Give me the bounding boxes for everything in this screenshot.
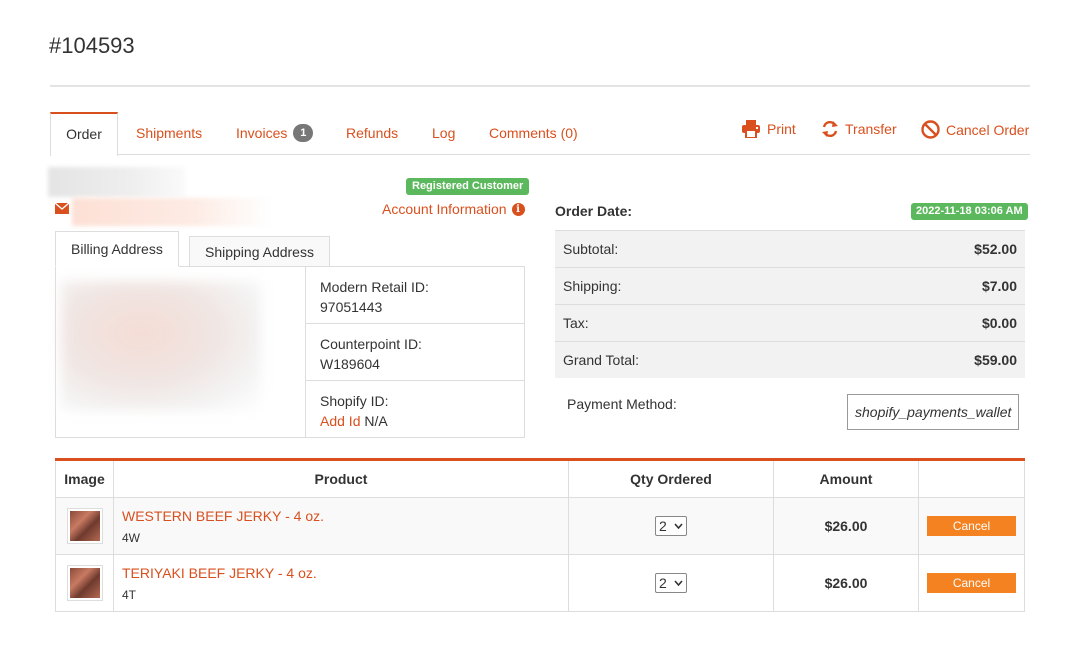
tab-order[interactable]: Order xyxy=(50,112,118,156)
account-information-link[interactable]: Account Information i xyxy=(382,201,525,217)
qty-value: 2 xyxy=(659,518,667,534)
tab-comments[interactable]: Comments (0) xyxy=(489,112,578,155)
cancel-item-button[interactable]: Cancel xyxy=(927,516,1016,536)
action-cell: Cancel xyxy=(918,497,1025,555)
counterpoint-id-value: W189604 xyxy=(320,356,380,372)
ban-icon xyxy=(921,120,940,139)
order-date-badge: 2022-11-18 03:06 AM xyxy=(911,203,1028,220)
grand-total-value: $59.00 xyxy=(974,352,1017,368)
page-title: #104593 xyxy=(49,33,135,58)
tab-log[interactable]: Log xyxy=(432,112,455,155)
subtotal-row: Subtotal: $52.00 xyxy=(555,230,1025,267)
order-date-label: Order Date: xyxy=(555,203,633,219)
order-totals: Subtotal: $52.00 Shipping: $7.00 Tax: $0… xyxy=(555,230,1025,378)
tab-invoices[interactable]: Invoices 1 xyxy=(236,112,314,155)
col-amount: Amount xyxy=(773,459,919,498)
product-cell: WESTERN BEEF JERKY - 4 oz. 4W xyxy=(113,497,569,555)
table-header-row: Image Product Qty Ordered Amount xyxy=(55,459,1025,498)
invoices-count-badge: 1 xyxy=(293,124,314,143)
product-sku: 4W xyxy=(122,530,140,545)
customer-ids: Modern Retail ID: 97051443 Counterpoint … xyxy=(305,267,525,437)
product-name-link[interactable]: TERIYAKI BEEF JERKY - 4 oz. xyxy=(122,565,568,581)
col-action xyxy=(918,459,1025,498)
shipping-row: Shipping: $7.00 xyxy=(555,267,1025,304)
subtotal-value: $52.00 xyxy=(974,241,1017,257)
counterpoint-id: Counterpoint ID: W189604 xyxy=(306,324,525,381)
modern-retail-id: Modern Retail ID: 97051443 xyxy=(306,267,525,324)
payment-method-label: Payment Method: xyxy=(567,396,677,412)
cancel-item-button[interactable]: Cancel xyxy=(927,573,1016,593)
divider xyxy=(50,85,1030,87)
address-redacted xyxy=(61,281,261,411)
chevron-down-icon xyxy=(674,523,683,529)
qty-cell: 2 xyxy=(568,497,774,555)
amount-cell: $26.00 xyxy=(773,554,919,612)
modern-retail-id-value: 97051443 xyxy=(320,299,383,315)
product-name-link[interactable]: WESTERN BEEF JERKY - 4 oz. xyxy=(122,508,568,524)
registered-customer-badge: Registered Customer xyxy=(406,178,530,195)
subtotal-label: Subtotal: xyxy=(563,241,619,257)
action-cell: Cancel xyxy=(918,554,1025,612)
qty-cell: 2 xyxy=(568,554,774,612)
grand-total-row: Grand Total: $59.00 xyxy=(555,341,1025,378)
cancel-order-label: Cancel Order xyxy=(946,121,1030,138)
product-thumbnail[interactable] xyxy=(66,508,103,544)
chevron-down-icon xyxy=(674,580,683,586)
tab-refunds[interactable]: Refunds xyxy=(346,112,398,155)
tab-invoices-label: Invoices xyxy=(236,125,288,141)
qty-value: 2 xyxy=(659,575,667,591)
refresh-icon xyxy=(822,120,838,138)
tax-row: Tax: $0.00 xyxy=(555,304,1025,341)
customer-email-redacted xyxy=(72,198,272,226)
transfer-button[interactable]: Transfer xyxy=(821,120,897,138)
qty-select[interactable]: 2 xyxy=(655,516,687,536)
payment-method-field[interactable]: shopify_payments_wallet xyxy=(847,394,1019,430)
shopify-id-value: N/A xyxy=(364,413,388,429)
product-thumbnail[interactable] xyxy=(66,565,103,601)
info-icon: i xyxy=(511,202,525,216)
col-image: Image xyxy=(55,459,114,498)
address-panel: Modern Retail ID: 97051443 Counterpoint … xyxy=(55,266,525,438)
tax-label: Tax: xyxy=(563,315,589,331)
tab-shipping-address[interactable]: Shipping Address xyxy=(189,236,330,267)
shopify-id-label: Shopify ID: xyxy=(320,393,389,409)
add-id-link[interactable]: Add Id xyxy=(320,413,360,429)
qty-select[interactable]: 2 xyxy=(655,573,687,593)
products-table: Image Product Qty Ordered Amount WESTERN… xyxy=(55,458,1025,612)
product-image-cell xyxy=(55,497,114,555)
account-information-label: Account Information xyxy=(382,201,507,217)
counterpoint-id-label: Counterpoint ID: xyxy=(320,336,422,352)
amount-cell: $26.00 xyxy=(773,497,919,555)
shopify-id: Shopify ID: Add Id N/A xyxy=(306,381,525,438)
cancel-order-button[interactable]: Cancel Order xyxy=(921,120,1029,139)
modern-retail-id-label: Modern Retail ID: xyxy=(320,279,429,295)
tab-shipments[interactable]: Shipments xyxy=(136,112,202,155)
col-product: Product xyxy=(113,459,569,498)
print-button[interactable]: Print xyxy=(741,120,796,138)
tax-value: $0.00 xyxy=(981,315,1017,331)
table-row: TERIYAKI BEEF JERKY - 4 oz. 4T 2 $26.00 … xyxy=(55,554,1025,612)
product-sku: 4T xyxy=(122,587,137,602)
tab-billing-address[interactable]: Billing Address xyxy=(55,231,179,267)
print-label: Print xyxy=(767,121,796,137)
product-image-cell xyxy=(55,554,114,612)
shipping-value: $7.00 xyxy=(981,278,1017,294)
col-qty: Qty Ordered xyxy=(568,459,774,498)
grand-total-label: Grand Total: xyxy=(563,352,640,368)
product-cell: TERIYAKI BEEF JERKY - 4 oz. 4T xyxy=(113,554,569,612)
table-row: WESTERN BEEF JERKY - 4 oz. 4W 2 $26.00 C… xyxy=(55,497,1025,555)
envelope-icon xyxy=(55,203,69,214)
order-tabs: Order Shipments Invoices 1 Refunds Log C… xyxy=(50,112,1030,156)
printer-icon xyxy=(742,120,760,138)
customer-name-redacted xyxy=(48,167,185,197)
transfer-label: Transfer xyxy=(845,121,897,137)
shipping-label: Shipping: xyxy=(563,278,622,294)
